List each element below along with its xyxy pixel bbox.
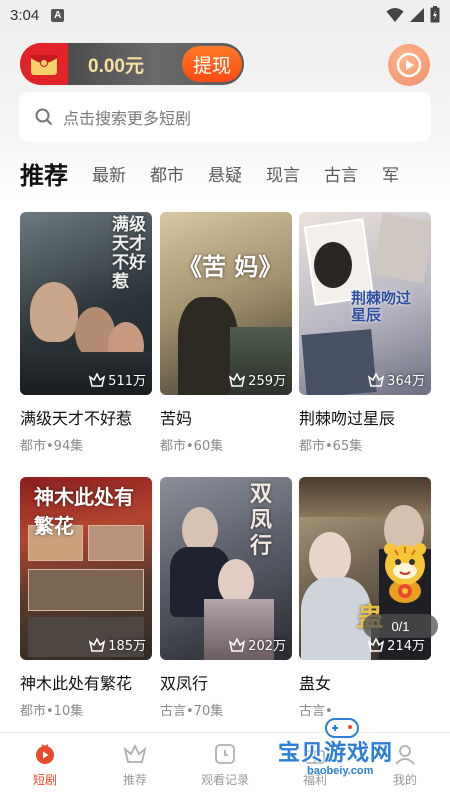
drama-poster: 双凤行 202万 xyxy=(160,477,292,660)
red-envelope-icon xyxy=(20,43,68,85)
drama-meta: 古言•70集 xyxy=(160,704,224,719)
nav-item-profile[interactable]: 我的 xyxy=(360,733,450,800)
status-bar: 3:04 A xyxy=(0,0,450,30)
drama-title[interactable]: 双凤行 xyxy=(160,670,292,694)
status-icons xyxy=(386,6,440,23)
drama-meta: 都市•94集 xyxy=(20,439,84,454)
drama-card[interactable]: 荆棘吻过星辰 364万 荆棘吻过星辰 都市•65集 xyxy=(299,212,431,454)
view-count-text: 202万 xyxy=(248,639,286,654)
crown-icon xyxy=(229,637,246,652)
drama-meta: 都市•60集 xyxy=(160,439,224,454)
drama-title[interactable]: 满级天才不好惹 xyxy=(20,405,152,429)
play-record-button[interactable] xyxy=(388,44,430,86)
drama-card[interactable]: 双凤行 202万 双凤行 古言•70集 xyxy=(160,477,292,719)
poster-title-art: 神木此处有繁花 xyxy=(34,485,134,538)
view-count-text: 364万 xyxy=(387,374,425,389)
poster-title-art: 满级天才不好惹 xyxy=(112,215,146,292)
view-count: 202万 xyxy=(229,635,286,654)
drama-meta: 都市•10集 xyxy=(20,704,84,719)
tab-military[interactable]: 军 xyxy=(382,161,399,186)
view-count-text: 511万 xyxy=(108,374,146,389)
video-play-icon xyxy=(396,52,422,78)
nav-label: 我的 xyxy=(392,773,417,787)
history-icon xyxy=(215,744,235,764)
reward-progress: 0/1 xyxy=(363,614,438,638)
view-count: 185万 xyxy=(89,635,146,654)
crown-icon xyxy=(368,637,385,652)
drama-card[interactable]: 满级天才不好惹 511万 满级天才不好惹 都市•94集 xyxy=(20,212,152,454)
view-count: 364万 xyxy=(368,370,425,389)
bottom-nav: 短剧 推荐 观看记录 福利 我的 xyxy=(0,732,450,800)
tab-modern-romance[interactable]: 现言 xyxy=(266,161,300,186)
wifi-icon xyxy=(386,7,404,22)
drama-card[interactable]: 神木此处有繁花 185万 神木此处有繁花 都市•10集 xyxy=(20,477,152,719)
drama-poster: 《苦 妈》 259万 xyxy=(160,212,292,395)
drama-card[interactable]: 《苦 妈》 259万 苦妈 都市•60集 xyxy=(160,212,292,454)
battery-icon xyxy=(430,6,440,23)
crown-icon xyxy=(229,372,246,387)
drama-poster: 荆棘吻过星辰 364万 xyxy=(299,212,431,395)
search-input[interactable]: 点击搜索更多短剧 xyxy=(19,92,431,142)
drama-meta: 古言• xyxy=(299,704,333,719)
nav-item-welfare[interactable]: 福利 xyxy=(270,733,360,800)
poster-title-art: 双凤行 xyxy=(250,481,273,559)
nav-label: 短剧 xyxy=(32,773,57,787)
user-icon xyxy=(395,745,415,765)
search-icon xyxy=(35,108,53,126)
drama-title[interactable]: 苦妈 xyxy=(160,405,292,429)
crown-icon xyxy=(368,372,385,387)
reward-mascot-button[interactable] xyxy=(370,535,440,605)
crown-icon xyxy=(89,372,106,387)
drama-title[interactable]: 神木此处有繁花 xyxy=(20,670,152,694)
view-count: 259万 xyxy=(229,370,286,389)
search-placeholder: 点击搜索更多短剧 xyxy=(63,109,192,128)
tab-recommend[interactable]: 推荐 xyxy=(20,156,68,191)
tv-icon xyxy=(36,744,54,764)
gift-icon xyxy=(305,750,325,764)
poster-title-art: 荆棘吻过星辰 xyxy=(351,289,412,324)
crown-icon xyxy=(89,637,106,652)
drama-meta: 都市•65集 xyxy=(299,439,363,454)
poster-title-art: 《苦 妈》 xyxy=(178,252,283,281)
nav-label: 福利 xyxy=(302,773,327,787)
tiger-mascot-icon xyxy=(384,543,426,603)
tab-ancient-romance[interactable]: 古言 xyxy=(324,161,358,186)
nav-label: 推荐 xyxy=(122,773,147,787)
view-count-text: 185万 xyxy=(108,639,146,654)
notification-icon: A xyxy=(51,8,65,22)
withdraw-button[interactable]: 提现 xyxy=(182,46,242,82)
tab-urban[interactable]: 都市 xyxy=(150,161,184,186)
nav-item-history[interactable]: 观看记录 xyxy=(180,733,270,800)
tab-latest[interactable]: 最新 xyxy=(92,161,126,186)
nav-item-recommend[interactable]: 推荐 xyxy=(90,733,180,800)
nav-item-drama[interactable]: 短剧 xyxy=(0,733,90,800)
drama-poster: 神木此处有繁花 185万 xyxy=(20,477,152,660)
wallet-balance: 0.00元 xyxy=(88,55,144,77)
category-tabs: 推荐 最新 都市 悬疑 现言 古言 军 xyxy=(20,155,450,191)
wallet-pill[interactable]: 0.00元 提现 xyxy=(20,43,244,85)
nav-label: 观看记录 xyxy=(200,773,249,787)
drama-poster: 满级天才不好惹 511万 xyxy=(20,212,152,395)
drama-title[interactable]: 荆棘吻过星辰 xyxy=(299,405,431,429)
status-time: 3:04 xyxy=(10,6,40,24)
view-count: 511万 xyxy=(89,370,146,389)
drama-title[interactable]: 蛊女 xyxy=(299,670,431,694)
crown-icon xyxy=(123,743,147,763)
tab-suspense[interactable]: 悬疑 xyxy=(208,161,242,186)
view-count-text: 259万 xyxy=(248,374,286,389)
signal-icon xyxy=(410,7,424,22)
